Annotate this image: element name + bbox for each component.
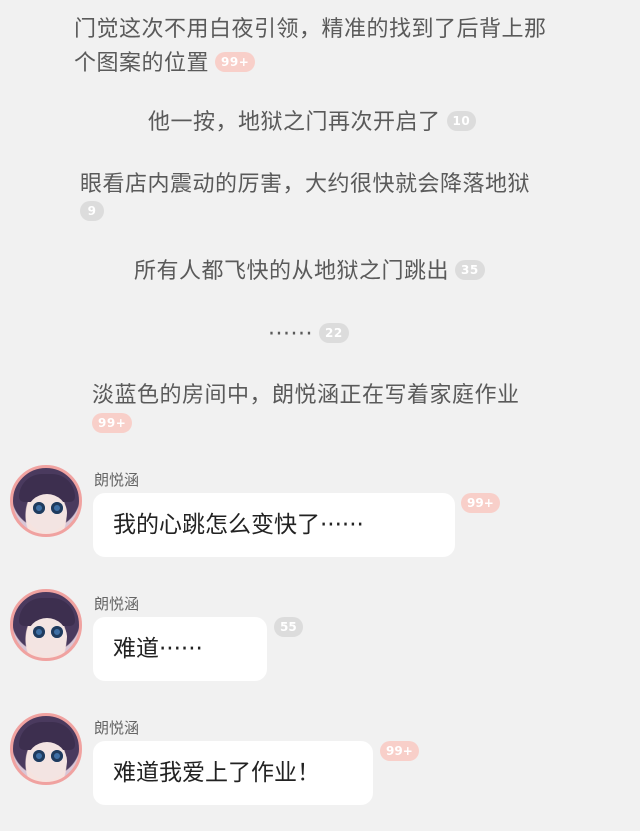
narration-line: ······ 22 <box>268 318 349 352</box>
avatar[interactable] <box>10 713 82 785</box>
avatar[interactable] <box>10 589 82 661</box>
narration-line: 淡蓝色的房间中，朗悦涵正在写着家庭作业 99+ <box>92 379 592 437</box>
sender-name: 朗悦涵 <box>94 471 140 489</box>
comment-count-badge[interactable]: 22 <box>318 323 349 343</box>
comment-count-badge[interactable]: 99+ <box>215 52 256 72</box>
message-bubble[interactable]: 我的心跳怎么变快了······ <box>93 493 455 557</box>
comment-count-badge[interactable]: 55 <box>274 617 303 637</box>
narration-text: ······ <box>268 322 313 347</box>
chat-message: 朗悦涵 难道······ 55 <box>0 589 640 719</box>
comment-count-badge[interactable]: 99+ <box>380 741 419 761</box>
narration-text: 所有人都飞快的从地狱之门跳出 <box>134 259 450 284</box>
comment-count-badge[interactable]: 10 <box>446 111 477 131</box>
narration-text: 个图案的位置 <box>74 51 210 76</box>
chat-story-view: 门觉这次不用白夜引领，精准的找到了后背上那 个图案的位置 99+ 他一按，地狱之门… <box>0 0 640 831</box>
comment-count-badge[interactable]: 99+ <box>92 413 133 433</box>
chat-message: 朗悦涵 难道我爱上了作业！ 99+ <box>0 713 640 831</box>
chat-message: 朗悦涵 我的心跳怎么变快了······ 99+ <box>0 465 640 595</box>
sender-name: 朗悦涵 <box>94 595 140 613</box>
comment-count-badge[interactable]: 9 <box>80 201 104 221</box>
comment-count-badge[interactable]: 99+ <box>461 493 500 513</box>
narration-line: 眼看店内震动的厉害，大约很快就会降落地狱 9 <box>80 168 580 224</box>
narration-text: 眼看店内震动的厉害，大约很快就会降落地狱 <box>80 172 531 197</box>
narration-line: 所有人都飞快的从地狱之门跳出 35 <box>134 255 485 289</box>
sender-name: 朗悦涵 <box>94 719 140 737</box>
narration-text: 门觉这次不用白夜引领，精准的找到了后背上那 <box>74 17 547 42</box>
message-bubble[interactable]: 难道我爱上了作业！ <box>93 741 373 805</box>
message-bubble[interactable]: 难道······ <box>93 617 267 681</box>
narration-line: 门觉这次不用白夜引领，精准的找到了后背上那 个图案的位置 99+ <box>74 13 594 81</box>
narration-text: 他一按，地狱之门再次开启了 <box>148 110 441 135</box>
narration-line: 他一按，地狱之门再次开启了 10 <box>148 106 477 140</box>
narration-text: 淡蓝色的房间中，朗悦涵正在写着家庭作业 <box>92 383 520 408</box>
avatar[interactable] <box>10 465 82 537</box>
comment-count-badge[interactable]: 35 <box>455 260 485 280</box>
